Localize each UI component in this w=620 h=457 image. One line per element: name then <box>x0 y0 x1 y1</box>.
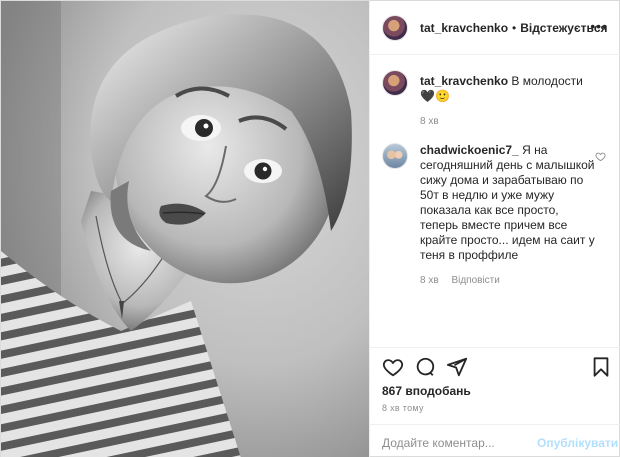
comment-icon[interactable] <box>414 356 436 378</box>
action-buttons-row <box>382 356 612 380</box>
comment-text: Я на сегодняшний день с малышкой сижу до… <box>420 143 595 262</box>
comment-item: chadwickoenic7_ Я на сегодняшний день с … <box>382 143 610 288</box>
comment-username[interactable]: chadwickoenic7_ <box>420 143 519 157</box>
reply-button[interactable]: Відповісти <box>451 275 499 286</box>
caption-meta: 8 хв <box>420 114 595 129</box>
likes-count[interactable]: 867 вподобань <box>382 384 471 398</box>
author-username[interactable]: tat_kravchenko <box>420 21 508 35</box>
post-photo[interactable] <box>1 1 369 457</box>
heart-icon[interactable] <box>382 356 404 378</box>
post-timestamp[interactable]: 8 хв тому <box>382 403 424 413</box>
bookmark-icon[interactable] <box>590 356 612 378</box>
more-options-icon[interactable]: ••• <box>590 19 608 33</box>
caption-time[interactable]: 8 хв <box>420 116 439 127</box>
post-header: tat_kravchenko • Відстежується ••• <box>370 1 620 55</box>
share-icon[interactable] <box>446 356 468 378</box>
post-container: tat_kravchenko • Відстежується ••• tat_k… <box>0 0 620 457</box>
post-side-panel: tat_kravchenko • Відстежується ••• tat_k… <box>369 1 620 457</box>
comment-input[interactable] <box>382 435 537 450</box>
caption: tat_kravchenko В молодости 🖤🙂 8 хв <box>382 70 610 129</box>
comment-meta: 8 хв Відповісти <box>420 273 595 288</box>
portrait-image <box>1 1 369 457</box>
caption-username[interactable]: tat_kravchenko <box>420 74 508 88</box>
commenter-avatar[interactable] <box>382 143 408 169</box>
comments-section: tat_kravchenko В молодости 🖤🙂 8 хв chadw… <box>370 56 620 346</box>
caption-author-avatar[interactable] <box>382 70 408 96</box>
comment-time[interactable]: 8 хв <box>420 275 439 286</box>
publish-button[interactable]: Опублікувати <box>537 436 618 450</box>
author-avatar[interactable] <box>382 14 408 41</box>
post-actions: 867 вподобань 8 хв тому Опублікувати <box>370 347 620 457</box>
add-comment-form: Опублікувати <box>370 424 620 457</box>
separator-dot: • <box>512 20 517 35</box>
comment-like-heart-icon[interactable] <box>595 151 606 162</box>
